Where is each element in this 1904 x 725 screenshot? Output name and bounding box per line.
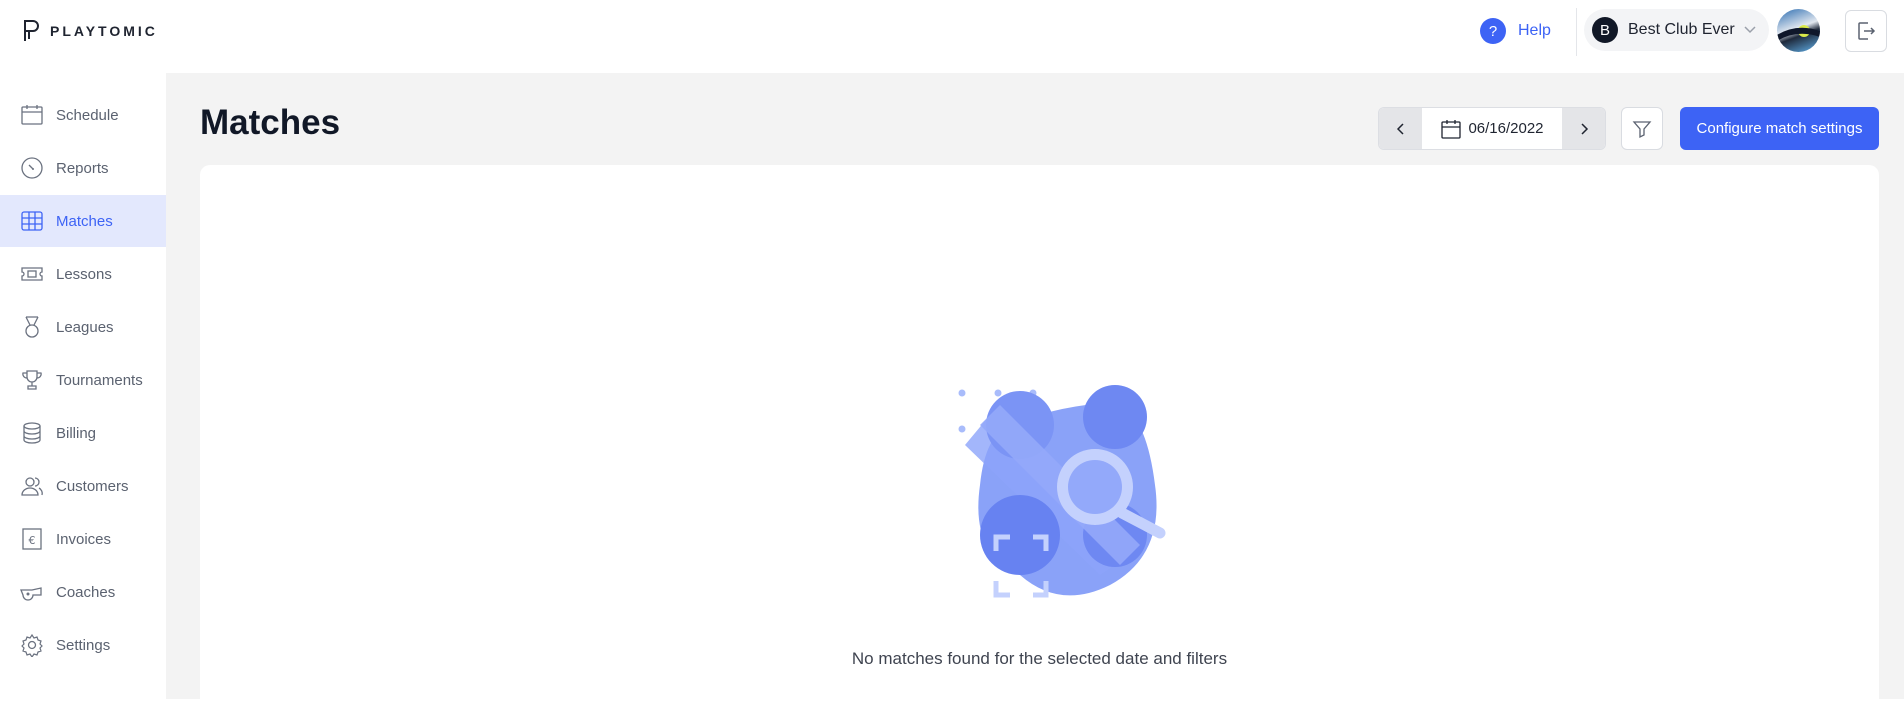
configure-match-settings-button[interactable]: Configure match settings (1680, 107, 1879, 150)
avatar-image (1777, 25, 1820, 41)
sidebar-item-coaches[interactable]: Coaches (0, 566, 166, 618)
sidebar-item-tournaments[interactable]: Tournaments (0, 354, 166, 406)
sidebar-item-label: Lessons (56, 265, 112, 283)
next-day-button[interactable] (1562, 108, 1605, 149)
sidebar-item-label: Reports (56, 159, 109, 177)
club-badge: B (1592, 17, 1618, 43)
sidebar-item-label: Leagues (56, 318, 114, 336)
page-title: Matches (200, 103, 341, 142)
trophy-icon (22, 370, 42, 390)
sidebar-item-label: Customers (56, 477, 129, 495)
sidebar-item-billing[interactable]: Billing (0, 407, 166, 459)
whistle-icon (20, 587, 42, 601)
date-picker[interactable]: 06/16/2022 (1422, 118, 1562, 140)
coins-icon (23, 422, 41, 444)
top-bar: PLAYTOMIC ? Help B Best Club Ever (0, 0, 1904, 73)
sidebar-item-label: Invoices (56, 530, 112, 548)
empty-state-illustration (958, 385, 1166, 598)
logout-button[interactable] (1845, 10, 1887, 52)
empty-state-message: No matches found for the selected date a… (851, 649, 1228, 668)
main-content: Matches 06/16/2022 Configure match setti… (166, 73, 1904, 725)
sidebar-item-label: Coaches (56, 583, 116, 601)
logout-icon (1858, 22, 1876, 40)
calendar-icon (1441, 119, 1462, 139)
svg-text:€: € (29, 534, 36, 547)
filter-icon (1632, 120, 1652, 138)
playtomic-logo[interactable]: PLAYTOMIC (22, 19, 158, 43)
sidebar-item-schedule[interactable]: Schedule (0, 89, 166, 141)
sidebar-item-leagues[interactable]: Leagues (0, 301, 166, 353)
club-selector[interactable]: B Best Club Ever (1584, 9, 1769, 51)
chevron-right-icon (1580, 122, 1588, 135)
gear-icon (21, 633, 43, 657)
selected-date: 06/16/2022 (1468, 120, 1544, 137)
sidebar-item-lessons[interactable]: Lessons (0, 248, 166, 300)
sidebar-item-label: Matches (56, 212, 113, 230)
sidebar: Schedule Reports Matches Lessons Leagues (0, 73, 166, 699)
help-link[interactable]: ? Help (1480, 18, 1551, 44)
logo-text: PLAYTOMIC (50, 23, 158, 39)
sidebar-item-label: Tournaments (56, 371, 143, 389)
ticket-icon (21, 267, 43, 281)
calendar-icon (21, 105, 43, 125)
sidebar-item-label: Settings (56, 636, 111, 654)
sidebar-item-label: Schedule (56, 106, 119, 124)
users-icon (21, 477, 43, 496)
matches-card: No matches found for the selected date a… (200, 165, 1879, 725)
filter-button[interactable] (1621, 107, 1663, 150)
chevron-down-icon (1744, 26, 1756, 34)
avatar[interactable] (1777, 9, 1820, 52)
grid-icon (21, 211, 43, 231)
medal-icon (25, 316, 39, 338)
sidebar-item-customers[interactable]: Customers (0, 460, 166, 512)
playtomic-logo-icon (24, 20, 39, 41)
sidebar-item-settings[interactable]: Settings (0, 619, 166, 671)
date-navigator: 06/16/2022 (1378, 107, 1606, 150)
euro-doc-icon: € (22, 528, 42, 550)
club-name: Best Club Ever (1628, 21, 1735, 38)
previous-day-button[interactable] (1379, 108, 1422, 149)
sidebar-item-label: Billing (56, 424, 97, 442)
gauge-icon (21, 157, 43, 179)
help-label: Help (1518, 22, 1551, 39)
chevron-left-icon (1396, 122, 1404, 135)
sidebar-item-reports[interactable]: Reports (0, 142, 166, 194)
header-divider (1576, 8, 1577, 56)
question-icon: ? (1480, 18, 1506, 44)
sidebar-item-invoices[interactable]: € Invoices (0, 513, 166, 565)
sidebar-item-matches[interactable]: Matches (0, 195, 166, 247)
